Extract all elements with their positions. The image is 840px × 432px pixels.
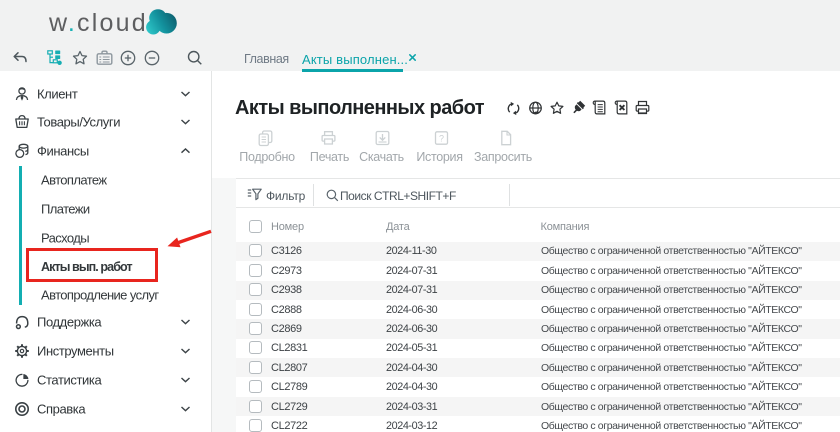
svg-text:?: ? xyxy=(439,133,444,143)
